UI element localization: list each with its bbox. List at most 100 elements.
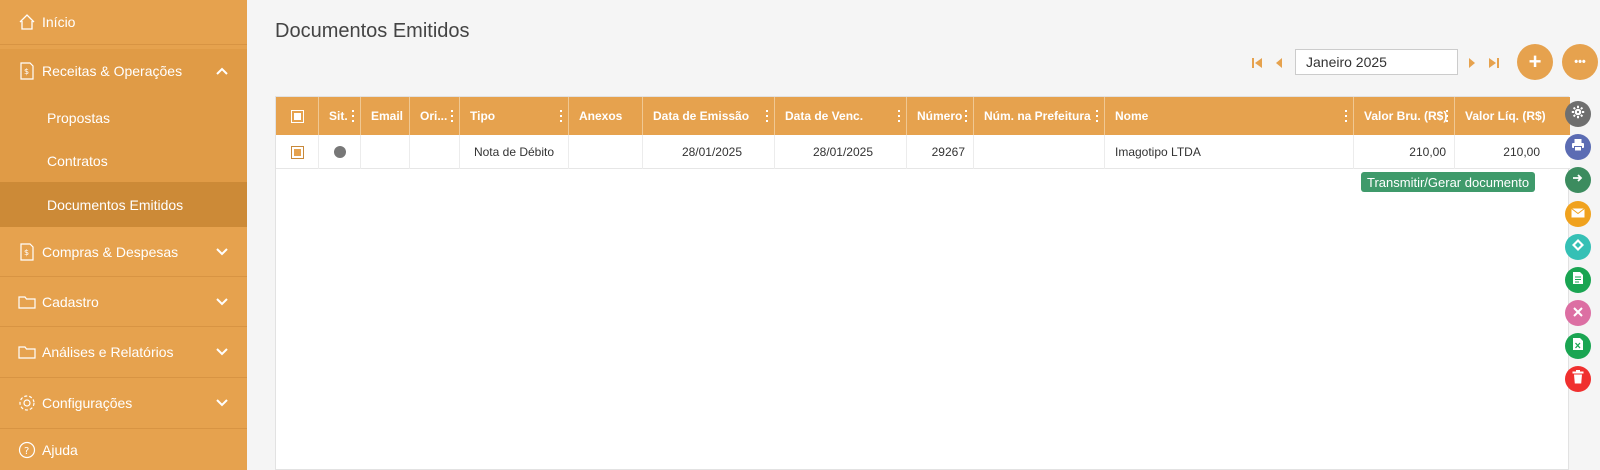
status-cell	[319, 135, 361, 169]
sidebar-item-label: Início	[42, 14, 76, 30]
excel-icon	[1572, 337, 1584, 356]
column-header-data-emissao[interactable]: Data de Emissão	[643, 97, 775, 135]
column-label: Tipo	[470, 109, 496, 123]
folder-icon	[18, 343, 36, 361]
column-label: Data de Venc.	[785, 109, 864, 123]
column-label: Email	[371, 109, 404, 123]
trash-icon	[1572, 369, 1584, 389]
sidebar-item-label: Análises e Relatórios	[42, 344, 174, 360]
data-emissao-cell: 28/01/2025	[643, 135, 775, 169]
row-checkbox[interactable]	[290, 145, 304, 159]
select-all-checkbox[interactable]	[290, 109, 304, 123]
add-button[interactable]: +	[1517, 44, 1553, 80]
svg-text:?: ?	[24, 446, 29, 457]
next-page-icon[interactable]	[1465, 56, 1479, 70]
column-header-numero[interactable]: Número	[907, 97, 974, 135]
divider	[0, 428, 247, 429]
email-action-button[interactable]	[1565, 201, 1591, 227]
column-header-data-venc[interactable]: Data de Venc.	[775, 97, 907, 135]
cancel-action-button[interactable]	[1565, 300, 1591, 326]
plus-icon: +	[1528, 49, 1542, 74]
column-menu-icon[interactable]	[1096, 110, 1099, 122]
sidebar-item-ajuda[interactable]: ? Ajuda	[0, 430, 247, 470]
column-header-origem[interactable]: Ori...	[410, 97, 460, 135]
column-header-tipo[interactable]: Tipo	[460, 97, 569, 135]
first-page-icon[interactable]	[1250, 56, 1264, 70]
document-action-button[interactable]	[1565, 267, 1591, 293]
column-menu-icon[interactable]	[352, 110, 355, 122]
nome-cell: Imagotipo LTDA	[1105, 135, 1354, 169]
column-label: Núm. na Prefeitura	[984, 109, 1091, 123]
excel-action-button[interactable]	[1565, 333, 1591, 359]
table-header: Sit. Email Ori... Tipo Anexos Data de Em…	[276, 97, 1570, 135]
sidebar-item-label: Configurações	[42, 395, 133, 411]
column-label: Data de Emissão	[653, 109, 750, 123]
column-header-valor-bruto[interactable]: Valor Bru. (R$)	[1354, 97, 1455, 135]
divider	[0, 326, 247, 327]
column-header-nome[interactable]: Nome	[1105, 97, 1354, 135]
sidebar-item-label: Ajuda	[42, 442, 78, 458]
sidebar-item-label: Documentos Emitidos	[47, 196, 184, 213]
column-header-email[interactable]: Email	[361, 97, 410, 135]
sidebar-item-documentos-emitidos[interactable]: Documentos Emitidos	[0, 182, 247, 227]
column-menu-icon[interactable]	[1446, 110, 1449, 122]
sidebar-item-propostas[interactable]: Propostas	[0, 96, 247, 139]
column-header-valor-liquido[interactable]: Valor Líq. (R$)	[1455, 97, 1570, 135]
sidebar-item-compras[interactable]: $ Compras & Despesas	[0, 229, 247, 275]
transmit-action-button[interactable]	[1565, 167, 1591, 193]
column-menu-icon[interactable]	[965, 110, 968, 122]
column-label: Nome	[1115, 109, 1149, 123]
duplicate-action-button[interactable]	[1565, 234, 1591, 260]
column-header-num-prefeitura[interactable]: Núm. na Prefeitura	[974, 97, 1105, 135]
column-header-anexos[interactable]: Anexos	[569, 97, 643, 135]
column-menu-icon[interactable]	[898, 110, 901, 122]
column-menu-icon[interactable]	[560, 110, 563, 122]
envelope-icon	[1571, 205, 1585, 223]
sidebar-item-analises[interactable]: Análises e Relatórios	[0, 328, 247, 376]
printer-icon	[1571, 138, 1585, 157]
sidebar: Início $ Receitas & Operações Propostas …	[0, 0, 247, 470]
sidebar-item-configuracoes[interactable]: Configurações	[0, 379, 247, 427]
close-icon	[1573, 304, 1583, 322]
sidebar-item-label: Propostas	[47, 109, 111, 126]
settings-action-button[interactable]	[1565, 101, 1591, 127]
divider	[0, 377, 247, 378]
column-header-sit[interactable]: Sit.	[319, 97, 361, 135]
last-page-icon[interactable]	[1487, 56, 1501, 70]
table-row[interactable]: Nota de Débito 28/01/2025 28/01/2025 292…	[276, 135, 1570, 169]
more-icon: •••	[1574, 56, 1586, 68]
more-options-button[interactable]: •••	[1562, 44, 1598, 80]
chevron-down-icon	[215, 396, 229, 410]
email-cell	[361, 135, 410, 169]
origem-cell	[410, 135, 460, 169]
sidebar-item-label: Contratos	[47, 152, 108, 169]
document-dollar-icon: $	[18, 61, 36, 80]
num-prefeitura-cell	[974, 135, 1105, 169]
sidebar-item-receitas[interactable]: $ Receitas & Operações	[0, 49, 247, 92]
select-all-header[interactable]	[276, 97, 319, 135]
sidebar-item-contratos[interactable]: Contratos	[0, 139, 247, 182]
sidebar-item-cadastro[interactable]: Cadastro	[0, 278, 247, 325]
valor-liquido-cell: 210,00	[1503, 145, 1540, 159]
svg-text:$: $	[24, 248, 29, 257]
chevron-down-icon	[215, 295, 229, 309]
divider	[0, 276, 247, 277]
column-menu-icon[interactable]	[766, 110, 769, 122]
print-action-button[interactable]	[1565, 134, 1591, 160]
diamond-icon	[1571, 238, 1585, 257]
delete-action-button[interactable]	[1565, 366, 1591, 392]
page-title: Documentos Emitidos	[275, 20, 470, 42]
previous-page-icon[interactable]	[1272, 56, 1286, 70]
data-venc-cell: 28/01/2025	[775, 135, 907, 169]
gear-icon	[1571, 105, 1585, 124]
anexos-cell	[569, 135, 643, 169]
tipo-cell: Nota de Débito	[460, 135, 569, 169]
column-label: Valor Líq. (R$)	[1465, 109, 1546, 123]
sidebar-item-inicio[interactable]: Início	[0, 0, 247, 44]
column-menu-icon[interactable]	[451, 110, 454, 122]
divider	[0, 44, 247, 45]
month-input[interactable]	[1295, 49, 1458, 75]
row-select-cell[interactable]	[276, 135, 319, 169]
numero-cell: 29267	[907, 135, 974, 169]
column-menu-icon[interactable]	[1345, 110, 1348, 122]
